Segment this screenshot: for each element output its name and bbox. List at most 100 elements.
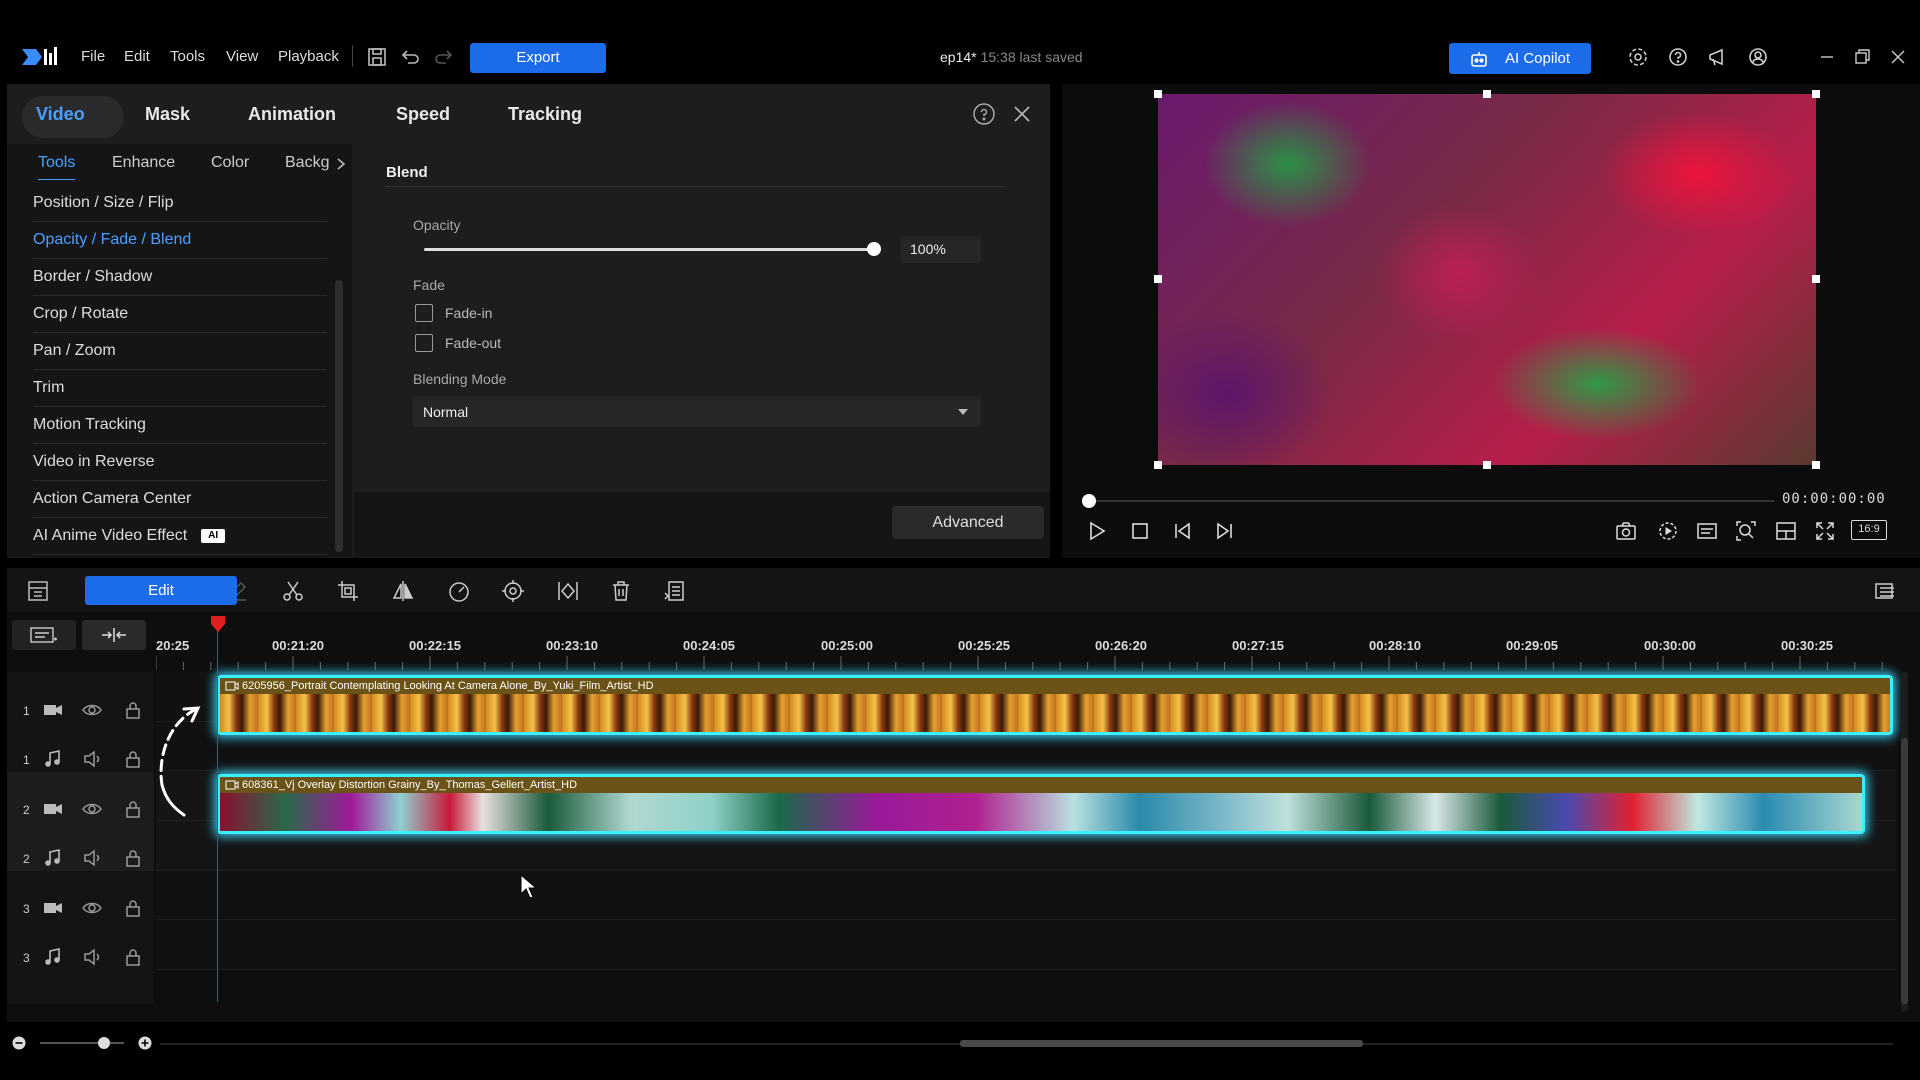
video-clip-vj-overlay[interactable]: 608361_Vj Overlay Distortion Grainy_By_T…: [217, 774, 1865, 834]
tab-mask[interactable]: Mask: [145, 104, 190, 125]
opacity-slider-knob[interactable]: [867, 242, 881, 256]
blending-mode-select[interactable]: Normal: [413, 396, 981, 427]
subtab-tools[interactable]: Tools: [38, 154, 76, 181]
tool-position-size-flip[interactable]: Position / Size / Flip: [33, 185, 327, 222]
previous-frame-icon[interactable]: [1172, 520, 1194, 542]
tab-speed[interactable]: Speed: [396, 104, 450, 125]
tool-video-in-reverse[interactable]: Video in Reverse: [33, 444, 327, 481]
resize-handle-top-left[interactable]: [1154, 90, 1162, 98]
zoom-in-icon[interactable]: [138, 1036, 152, 1050]
lock-icon[interactable]: [123, 947, 143, 967]
menu-file[interactable]: File: [81, 48, 105, 65]
play-icon[interactable]: [1086, 520, 1108, 542]
fade-in-checkbox[interactable]: [415, 304, 433, 322]
announcement-icon[interactable]: [1707, 46, 1729, 68]
resize-handle-bottom-right[interactable]: [1812, 461, 1820, 469]
lock-icon[interactable]: [123, 898, 143, 918]
advanced-button[interactable]: Advanced: [892, 506, 1044, 539]
zoom-slider-track[interactable]: [40, 1042, 124, 1044]
resize-handle-right[interactable]: [1812, 275, 1820, 283]
aspect-ratio-button[interactable]: 16:9: [1851, 520, 1887, 540]
crop-icon[interactable]: [336, 579, 360, 603]
undo-icon[interactable]: [399, 46, 421, 68]
tool-ai-anime-video-effect[interactable]: AI Anime Video Effect AI: [33, 518, 327, 555]
fit-timeline-button[interactable]: [82, 620, 146, 650]
export-button[interactable]: Export: [470, 43, 606, 73]
track-manager-button[interactable]: [12, 620, 76, 650]
tab-tracking[interactable]: Tracking: [508, 104, 582, 125]
zoom-slider-knob[interactable]: [98, 1037, 110, 1049]
tab-animation[interactable]: Animation: [248, 104, 336, 125]
volume-speaker-icon[interactable]: [82, 947, 102, 967]
lock-icon[interactable]: [123, 848, 143, 868]
scrub-bar[interactable]: [1088, 500, 1774, 502]
split-scissors-icon[interactable]: [281, 579, 305, 603]
zoom-out-icon[interactable]: [12, 1036, 26, 1050]
lock-icon[interactable]: [123, 799, 143, 819]
keyframe-icon[interactable]: [555, 579, 581, 603]
close-window-icon[interactable]: [1887, 46, 1909, 68]
timeline-vertical-scrollbar[interactable]: [1901, 672, 1908, 1012]
resize-handle-bottom[interactable]: [1483, 461, 1491, 469]
save-icon[interactable]: [366, 46, 388, 68]
subtitle-icon[interactable]: [1696, 520, 1718, 542]
tool-motion-tracking[interactable]: Motion Tracking: [33, 407, 327, 444]
minimize-icon[interactable]: [1816, 46, 1838, 68]
layout-icon[interactable]: [1775, 520, 1797, 542]
lock-icon[interactable]: [123, 749, 143, 769]
volume-speaker-icon[interactable]: [82, 749, 102, 769]
video-clip-portrait[interactable]: 6205956_Portrait Contemplating Looking A…: [217, 675, 1893, 735]
zoom-preview-icon[interactable]: [1735, 520, 1757, 542]
panel-help-icon[interactable]: [972, 102, 996, 126]
fade-out-checkbox[interactable]: [415, 334, 433, 352]
lane-audio-3[interactable]: [156, 920, 1896, 970]
resize-handle-top[interactable]: [1483, 90, 1491, 98]
lane-video-3[interactable]: [156, 871, 1896, 920]
stop-icon[interactable]: [1129, 520, 1151, 542]
resize-handle-top-right[interactable]: [1812, 90, 1820, 98]
opacity-slider-track[interactable]: [424, 242, 881, 256]
help-icon[interactable]: [1667, 46, 1689, 68]
settings-gear-icon[interactable]: [1627, 46, 1649, 68]
tab-video[interactable]: Video: [36, 104, 85, 125]
subtab-scroll-right-icon[interactable]: [335, 157, 347, 171]
restore-icon[interactable]: [1851, 46, 1873, 68]
resize-handle-bottom-left[interactable]: [1154, 461, 1162, 469]
opacity-value-field[interactable]: 100%: [901, 236, 981, 263]
tool-trim[interactable]: Trim: [33, 370, 327, 407]
delete-trash-icon[interactable]: [609, 579, 633, 603]
lock-icon[interactable]: [123, 700, 143, 720]
vertical-scroll-thumb[interactable]: [1901, 738, 1908, 1004]
tool-opacity-fade-blend[interactable]: Opacity / Fade / Blend: [33, 222, 327, 259]
visibility-eye-icon[interactable]: [82, 799, 102, 819]
media-library-icon[interactable]: [26, 579, 50, 603]
menu-edit[interactable]: Edit: [124, 48, 150, 65]
tools-menu-icon[interactable]: [663, 579, 687, 603]
tool-action-camera-center[interactable]: Action Camera Center: [33, 481, 327, 518]
timeline-settings-icon[interactable]: [1873, 579, 1897, 603]
horizontal-scroll-thumb[interactable]: [960, 1040, 1363, 1047]
menu-view[interactable]: View: [226, 48, 258, 65]
flip-icon[interactable]: [391, 579, 415, 603]
account-icon[interactable]: [1747, 46, 1769, 68]
fullscreen-icon[interactable]: [1814, 520, 1836, 542]
panel-close-icon[interactable]: [1010, 102, 1034, 126]
playhead-marker-icon[interactable]: [211, 616, 225, 632]
visibility-eye-icon[interactable]: [82, 898, 102, 918]
subtab-background[interactable]: Backg: [285, 154, 329, 172]
edit-button[interactable]: Edit: [85, 576, 237, 605]
tool-border-shadow[interactable]: Border / Shadow: [33, 259, 327, 296]
preview-quality-icon[interactable]: [1657, 520, 1679, 542]
tool-pan-zoom[interactable]: Pan / Zoom: [33, 333, 327, 370]
speed-gauge-icon[interactable]: [447, 579, 471, 603]
resize-handle-left[interactable]: [1154, 275, 1162, 283]
menu-tools[interactable]: Tools: [170, 48, 205, 65]
visibility-eye-icon[interactable]: [82, 700, 102, 720]
snapshot-camera-icon[interactable]: [1615, 520, 1637, 542]
volume-speaker-icon[interactable]: [82, 848, 102, 868]
menu-playback[interactable]: Playback: [278, 48, 339, 65]
redo-icon[interactable]: [433, 46, 455, 68]
ai-copilot-button[interactable]: AI Copilot: [1449, 43, 1591, 74]
tool-crop-rotate[interactable]: Crop / Rotate: [33, 296, 327, 333]
next-frame-icon[interactable]: [1213, 520, 1235, 542]
